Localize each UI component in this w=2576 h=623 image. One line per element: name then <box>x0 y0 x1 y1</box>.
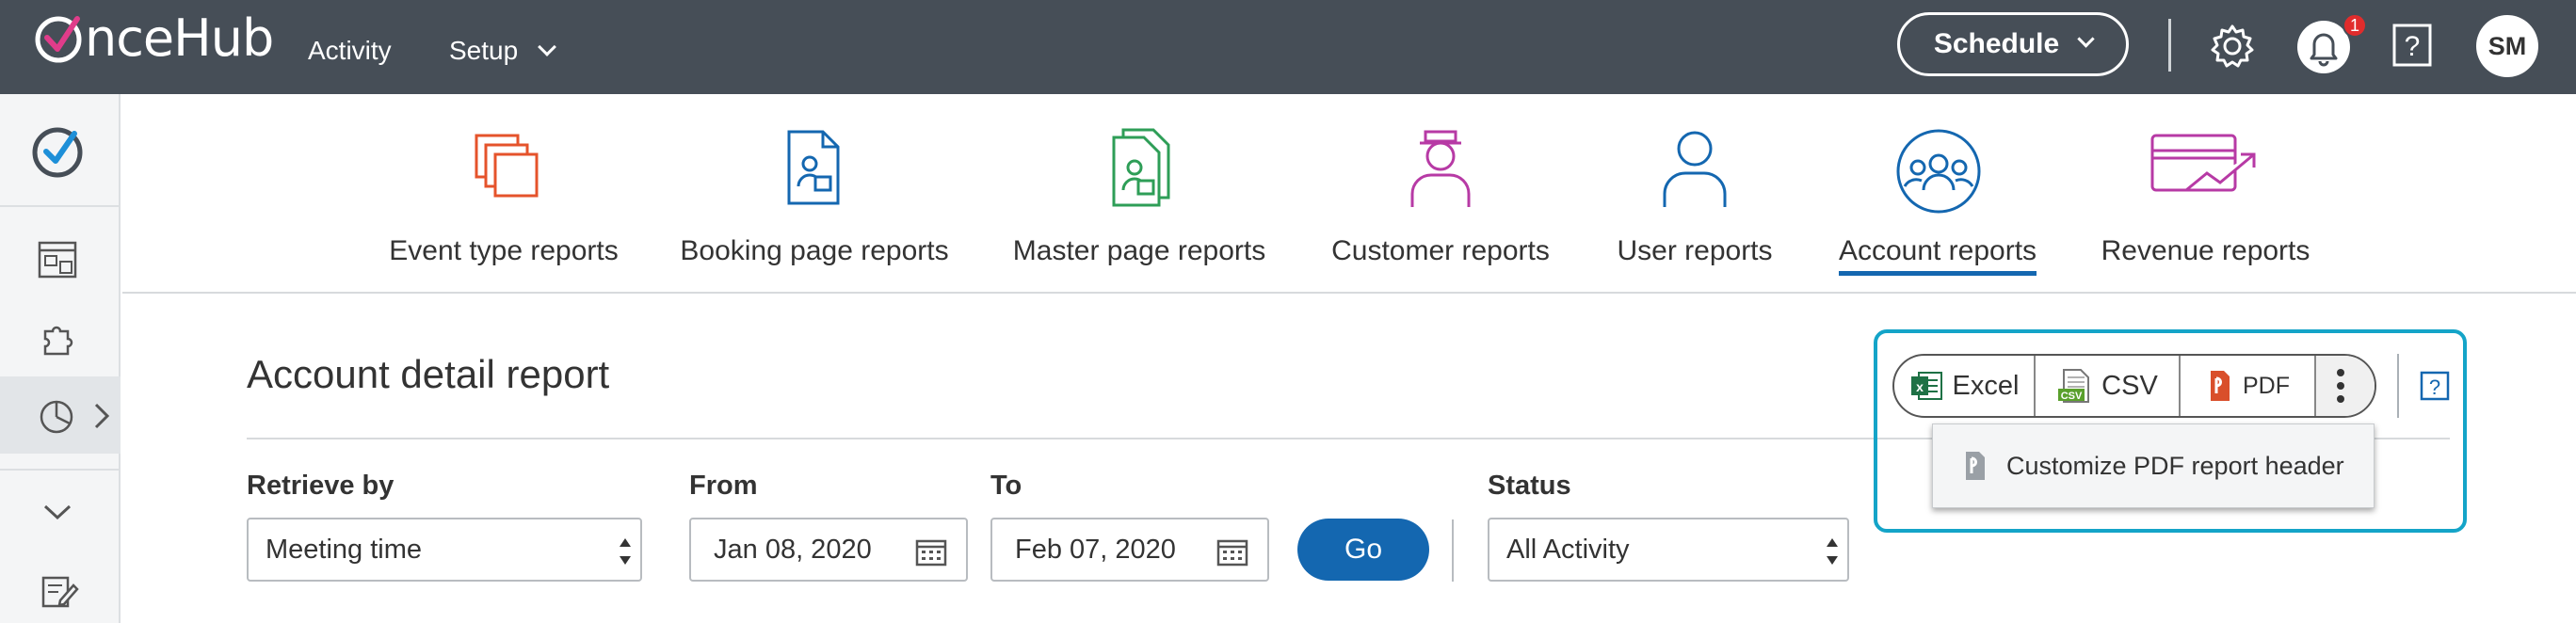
export-button-group: x Excel CSV CSV PDF <box>1892 354 2376 418</box>
export-csv-button[interactable]: CSV CSV <box>2036 356 2181 416</box>
tab-user-reports[interactable]: User reports <box>1601 94 1789 292</box>
nav-setup[interactable]: Setup <box>449 36 556 66</box>
chevron-down-icon <box>2077 29 2095 48</box>
select-arrows-icon <box>618 538 633 565</box>
tab-customer-reports[interactable]: Customer reports <box>1328 94 1554 292</box>
help-icon[interactable]: ? <box>2391 23 2433 68</box>
svg-text:?: ? <box>2429 375 2440 399</box>
export-excel-button[interactable]: x Excel <box>1894 356 2036 416</box>
tab-label: Account reports <box>1838 235 2037 266</box>
chevron-down-icon[interactable] <box>41 501 73 523</box>
to-date-value: Feb 07, 2020 <box>1015 534 1176 565</box>
to-date-input[interactable]: Feb 07, 2020 <box>990 518 1269 582</box>
help-icon[interactable]: ? <box>2420 371 2450 401</box>
tab-label: Revenue reports <box>2101 235 2310 266</box>
pie-chart-icon[interactable] <box>38 397 75 435</box>
filter-divider <box>1452 519 1454 582</box>
logo-text: nceHub <box>85 8 274 68</box>
user-icon <box>1663 131 1727 207</box>
revenue-icon <box>2150 134 2256 192</box>
puzzle-icon[interactable] <box>38 320 77 359</box>
tab-master-page-reports[interactable]: Master page reports <box>998 94 1280 292</box>
sidebar-divider <box>0 469 121 471</box>
csv-label: CSV <box>2101 370 2158 401</box>
tab-label: User reports <box>1617 235 1773 266</box>
retrieve-by-select[interactable]: Meeting time <box>247 518 642 582</box>
checkmark-circle-icon[interactable] <box>29 122 86 179</box>
header-divider <box>2168 19 2171 72</box>
from-date-input[interactable]: Jan 08, 2020 <box>689 518 968 582</box>
gear-icon[interactable] <box>2209 23 2256 70</box>
notification-badge: 1 <box>2343 13 2367 38</box>
kebab-menu-icon <box>2337 369 2344 403</box>
calendar-icon[interactable] <box>915 538 947 567</box>
pdf-icon <box>2211 371 2230 401</box>
edit-notes-icon[interactable] <box>40 572 79 610</box>
retrieve-by-label: Retrieve by <box>247 471 394 501</box>
top-bar: nceHub Activity Setup Schedule 1 ? SM <box>0 0 2576 94</box>
master-page-icon <box>1112 128 1170 207</box>
excel-icon: x <box>1910 372 1942 400</box>
sidebar-divider <box>0 205 121 207</box>
export-more-button[interactable] <box>2316 356 2375 416</box>
nav-setup-label: Setup <box>449 36 519 65</box>
customize-pdf-menu-item[interactable]: Customize PDF report header <box>1932 423 2375 508</box>
chevron-right-icon[interactable] <box>92 401 111 431</box>
menu-item-label: Customize PDF report header <box>2006 451 2344 480</box>
tab-label: Event type reports <box>389 235 619 266</box>
csv-icon: CSV <box>2058 369 2090 403</box>
go-button[interactable]: Go <box>1297 519 1429 581</box>
export-divider <box>2397 354 2399 418</box>
to-label: To <box>990 471 1022 501</box>
customer-icon <box>1410 130 1471 207</box>
status-select[interactable]: All Activity <box>1488 518 1849 582</box>
tab-event-type-reports[interactable]: Event type reports <box>372 94 636 292</box>
page-title: Account detail report <box>247 352 610 396</box>
svg-text:?: ? <box>2405 31 2421 62</box>
pdf-label: PDF <box>2243 372 2290 399</box>
export-pdf-button[interactable]: PDF <box>2181 356 2316 416</box>
oncehub-logo[interactable]: nceHub <box>32 8 274 68</box>
calendar-icon[interactable] <box>1216 538 1248 567</box>
booking-page-icon <box>787 130 840 205</box>
event-type-icon <box>475 134 539 198</box>
excel-label: Excel <box>1952 370 2020 401</box>
select-arrows-icon <box>1825 538 1840 565</box>
nav-activity[interactable]: Activity <box>308 36 392 66</box>
from-date-value: Jan 08, 2020 <box>714 534 872 565</box>
schedule-label: Schedule <box>1933 28 2060 59</box>
pdf-header-icon <box>1966 452 1985 480</box>
tab-revenue-reports[interactable]: Revenue reports <box>2090 94 2321 292</box>
active-tab-indicator <box>1839 271 2037 276</box>
account-icon <box>1896 129 1981 214</box>
chevron-down-icon <box>538 38 556 56</box>
booking-page-icon[interactable] <box>38 241 77 279</box>
tab-label: Master page reports <box>1012 235 1266 266</box>
tab-label: Customer reports <box>1331 235 1550 266</box>
svg-text:CSV: CSV <box>2061 391 2083 402</box>
tab-account-reports[interactable]: Account reports <box>1831 94 2044 292</box>
logo-check-icon <box>35 16 82 63</box>
retrieve-by-value: Meeting time <box>266 534 423 565</box>
user-avatar[interactable]: SM <box>2476 15 2538 77</box>
left-sidebar <box>0 94 121 623</box>
status-label: Status <box>1488 471 1571 501</box>
tab-label: Booking page reports <box>680 235 949 266</box>
nav-activity-label: Activity <box>308 36 392 65</box>
schedule-button[interactable]: Schedule <box>1897 12 2129 76</box>
status-value: All Activity <box>1506 534 1630 565</box>
tab-booking-page-reports[interactable]: Booking page reports <box>673 94 956 292</box>
from-label: From <box>689 471 758 501</box>
svg-text:x: x <box>1916 379 1924 394</box>
